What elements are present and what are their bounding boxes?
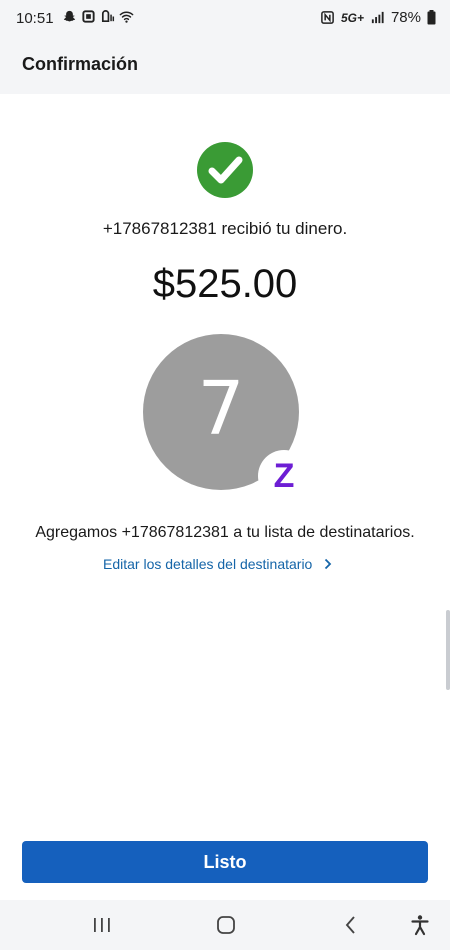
payment-amount: $525.00: [152, 262, 298, 306]
page-title: Confirmación: [22, 54, 139, 74]
wifi-icon: [119, 11, 134, 23]
received-message: +17867812381 recibió tu dinero.: [102, 219, 348, 238]
scrollbar[interactable]: [446, 610, 450, 690]
accessibility-icon: [411, 915, 429, 936]
confirmation-screen: 10:51 5G+ 78% Confirmación +17867812381 …: [0, 0, 450, 950]
accessibility-button[interactable]: [402, 908, 438, 942]
back-button[interactable]: [332, 908, 368, 942]
back-icon: [345, 916, 355, 934]
done-button[interactable]: Listo: [22, 841, 428, 883]
success-badge: [197, 142, 253, 198]
status-right: 5G+ 78%: [320, 9, 436, 26]
status-bar: 10:51 5G+ 78%: [0, 0, 450, 38]
nfc-icon: [321, 11, 334, 24]
battery-icon: [427, 10, 436, 25]
avatar-initial: 7: [197, 366, 245, 452]
checkmark-icon: [208, 156, 243, 184]
edit-recipient-link[interactable]: Editar los detalles del destinatario: [103, 556, 332, 572]
signal-icon: [371, 11, 384, 24]
bank-icon: [82, 10, 95, 23]
home-icon: [217, 916, 235, 934]
chevron-right-icon: [325, 558, 332, 570]
added-recipient-message: Agregamos +17867812381 a tu lista de des…: [35, 524, 415, 541]
system-nav-bar: [0, 900, 450, 950]
network-type: 5G+: [340, 10, 364, 25]
snapchat-icon: [63, 10, 76, 22]
zelle-logo-icon: Z: [273, 457, 295, 495]
recent-apps-icon: [94, 918, 110, 932]
battery-percent: 78%: [390, 9, 421, 26]
recent-apps-button[interactable]: [84, 908, 120, 942]
zelle-badge: Z: [258, 450, 310, 502]
app-notification-icon: [101, 10, 115, 23]
notification-icons: [62, 9, 134, 24]
app-header: Confirmación: [0, 38, 450, 94]
home-button[interactable]: [208, 908, 244, 942]
status-time: 10:51: [16, 10, 54, 27]
edit-recipient-link-label: Editar los detalles del destinatario: [103, 556, 313, 572]
